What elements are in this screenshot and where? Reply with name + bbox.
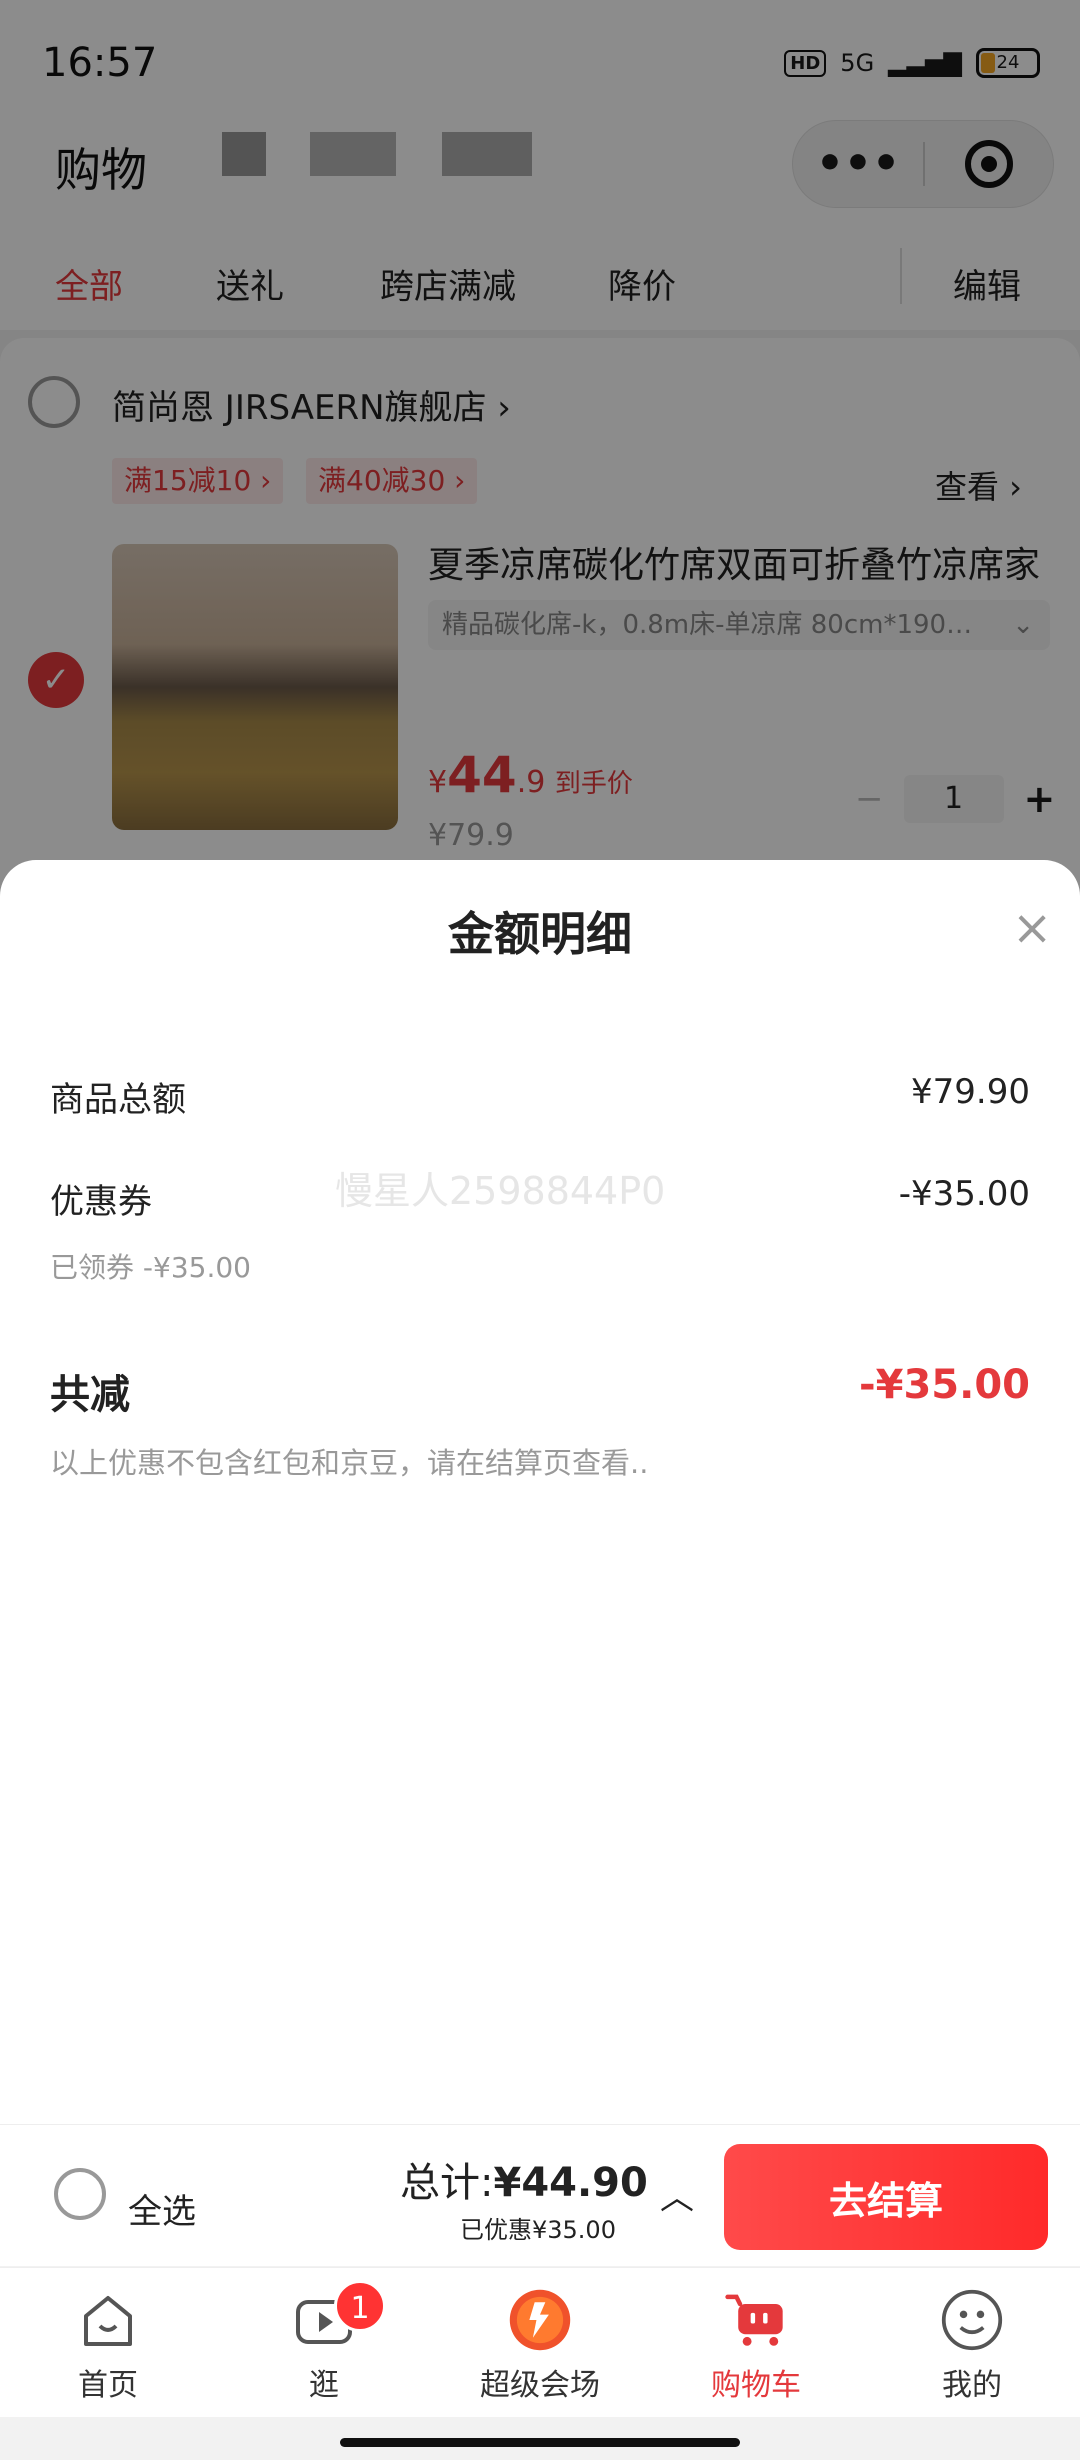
profile-icon [940,2288,1004,2352]
checkout-button[interactable]: 去结算 [724,2144,1048,2250]
discount-note: 以上优惠不包含红包和京豆，请在结算页查看.. [50,1446,649,1480]
notification-badge: 1 [334,2280,386,2332]
nav-venue-label: 超级会场 [480,2368,600,2403]
total-reduce-label: 共减 [50,1372,130,1418]
modal-backdrop[interactable] [0,0,1080,900]
nav-cart-label: 购物车 [711,2368,801,2403]
nav-profile-label: 我的 [942,2368,1002,2403]
select-all-checkbox[interactable] [54,2168,106,2220]
sheet-title: 金额明细 [448,907,632,961]
total-reduce-value: -¥35.00 [859,1362,1030,1408]
nav-profile[interactable]: 我的 [864,2268,1080,2417]
select-all-label[interactable]: 全选 [128,2184,196,2233]
home-icon [76,2288,140,2352]
goods-total-value: ¥79.90 [911,1072,1030,1112]
nav-browse-label: 逛 [309,2368,339,2403]
chevron-up-icon[interactable]: ︿ [660,2170,694,2219]
bottom-nav: 首页 逛 1 超级会场 购物车 我的 [0,2267,1080,2417]
goods-total-label: 商品总额 [50,1080,186,1120]
watermark: 慢星人2598844P0 [335,1169,666,1213]
nav-cart[interactable]: 购物车 [648,2268,864,2417]
coupon-label: 优惠券 [50,1182,152,1222]
venue-icon [508,2288,572,2352]
coupon-value: -¥35.00 [898,1174,1030,1214]
saved-amount: 已优惠¥35.00 [460,2216,616,2244]
coupon-sub: 已领券 -¥35.00 [50,1251,251,1284]
cart-icon [724,2288,788,2352]
nav-home-label: 首页 [78,2368,138,2403]
close-icon[interactable]: × [1012,900,1052,956]
nav-home[interactable]: 首页 [0,2268,216,2417]
home-indicator[interactable] [340,2438,740,2447]
nav-venue[interactable]: 超级会场 [432,2268,648,2417]
total-amount: 总计:¥44.90 [400,2160,648,2206]
amount-detail-sheet [0,860,1080,2125]
nav-browse[interactable]: 逛 1 [216,2268,432,2417]
